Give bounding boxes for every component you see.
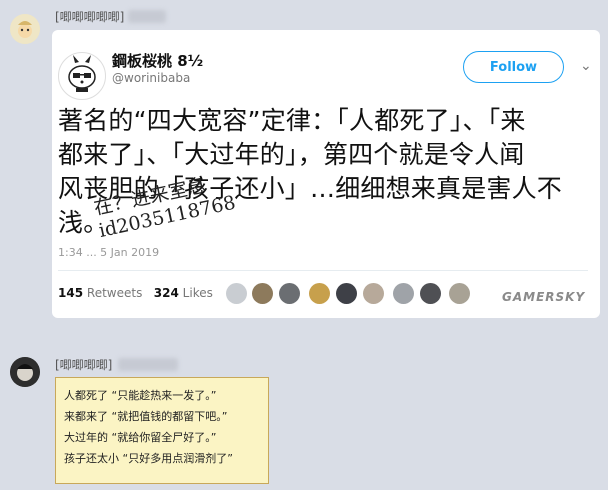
watermark: GAMERSKY <box>502 290 586 304</box>
tweet-text-line: 著名的“四大宽容”定律：「人都死了」、「来 <box>58 106 526 135</box>
follow-button[interactable]: Follow <box>463 51 564 83</box>
chevron-down-icon[interactable]: ⌄ <box>580 58 592 74</box>
note-line: 来都来了 “就把值钱的都留下吧。” <box>64 410 228 423</box>
sender-avatar[interactable] <box>10 14 40 44</box>
divider <box>58 270 588 271</box>
liker-avatar[interactable] <box>226 283 247 304</box>
liker-avatar[interactable] <box>449 283 470 304</box>
sender-name: [唧唧唧唧] <box>55 358 113 372</box>
likes-label[interactable]: Likes <box>183 286 213 300</box>
sender-name: [唧唧唧唧唧] <box>55 10 125 24</box>
note-line: 孩子还太小 “只好多用点润滑剂了” <box>64 452 233 465</box>
liker-avatar[interactable] <box>363 283 384 304</box>
liker-avatar[interactable] <box>279 283 300 304</box>
note-line: 大过年的 “就给你留全尸好了。” <box>64 431 217 444</box>
sender-avatar[interactable] <box>10 357 40 387</box>
retweets-count[interactable]: 145 <box>58 286 83 300</box>
liker-avatar[interactable] <box>336 283 357 304</box>
tweet-display-name[interactable]: 鋼板桜桃 8½ <box>112 50 203 71</box>
retweets-label[interactable]: Retweets <box>87 286 142 300</box>
liker-avatar[interactable] <box>420 283 441 304</box>
liker-avatar[interactable] <box>252 283 273 304</box>
tweet-stats: 145 Retweets 324 Likes <box>58 286 213 300</box>
liker-avatar[interactable] <box>309 283 330 304</box>
note-line: 人都死了 “只能趁热来一发了。” <box>64 389 217 402</box>
tweet-timestamp[interactable]: 1:34 ... 5 Jan 2019 <box>58 246 159 259</box>
blurred-username <box>118 358 178 371</box>
liker-avatar[interactable] <box>393 283 414 304</box>
blurred-username <box>128 10 166 23</box>
likes-count[interactable]: 324 <box>154 286 179 300</box>
reply-note-message[interactable]: 人都死了 “只能趁热来一发了。” 来都来了 “就把值钱的都留下吧。” 大过年的 … <box>55 377 269 484</box>
tweet-text-line: 都来了」、「大过年的」，第四个就是令人闻 <box>58 140 525 169</box>
tweet-author-avatar[interactable] <box>58 52 106 100</box>
tweet-handle[interactable]: @worinibaba <box>112 71 190 85</box>
